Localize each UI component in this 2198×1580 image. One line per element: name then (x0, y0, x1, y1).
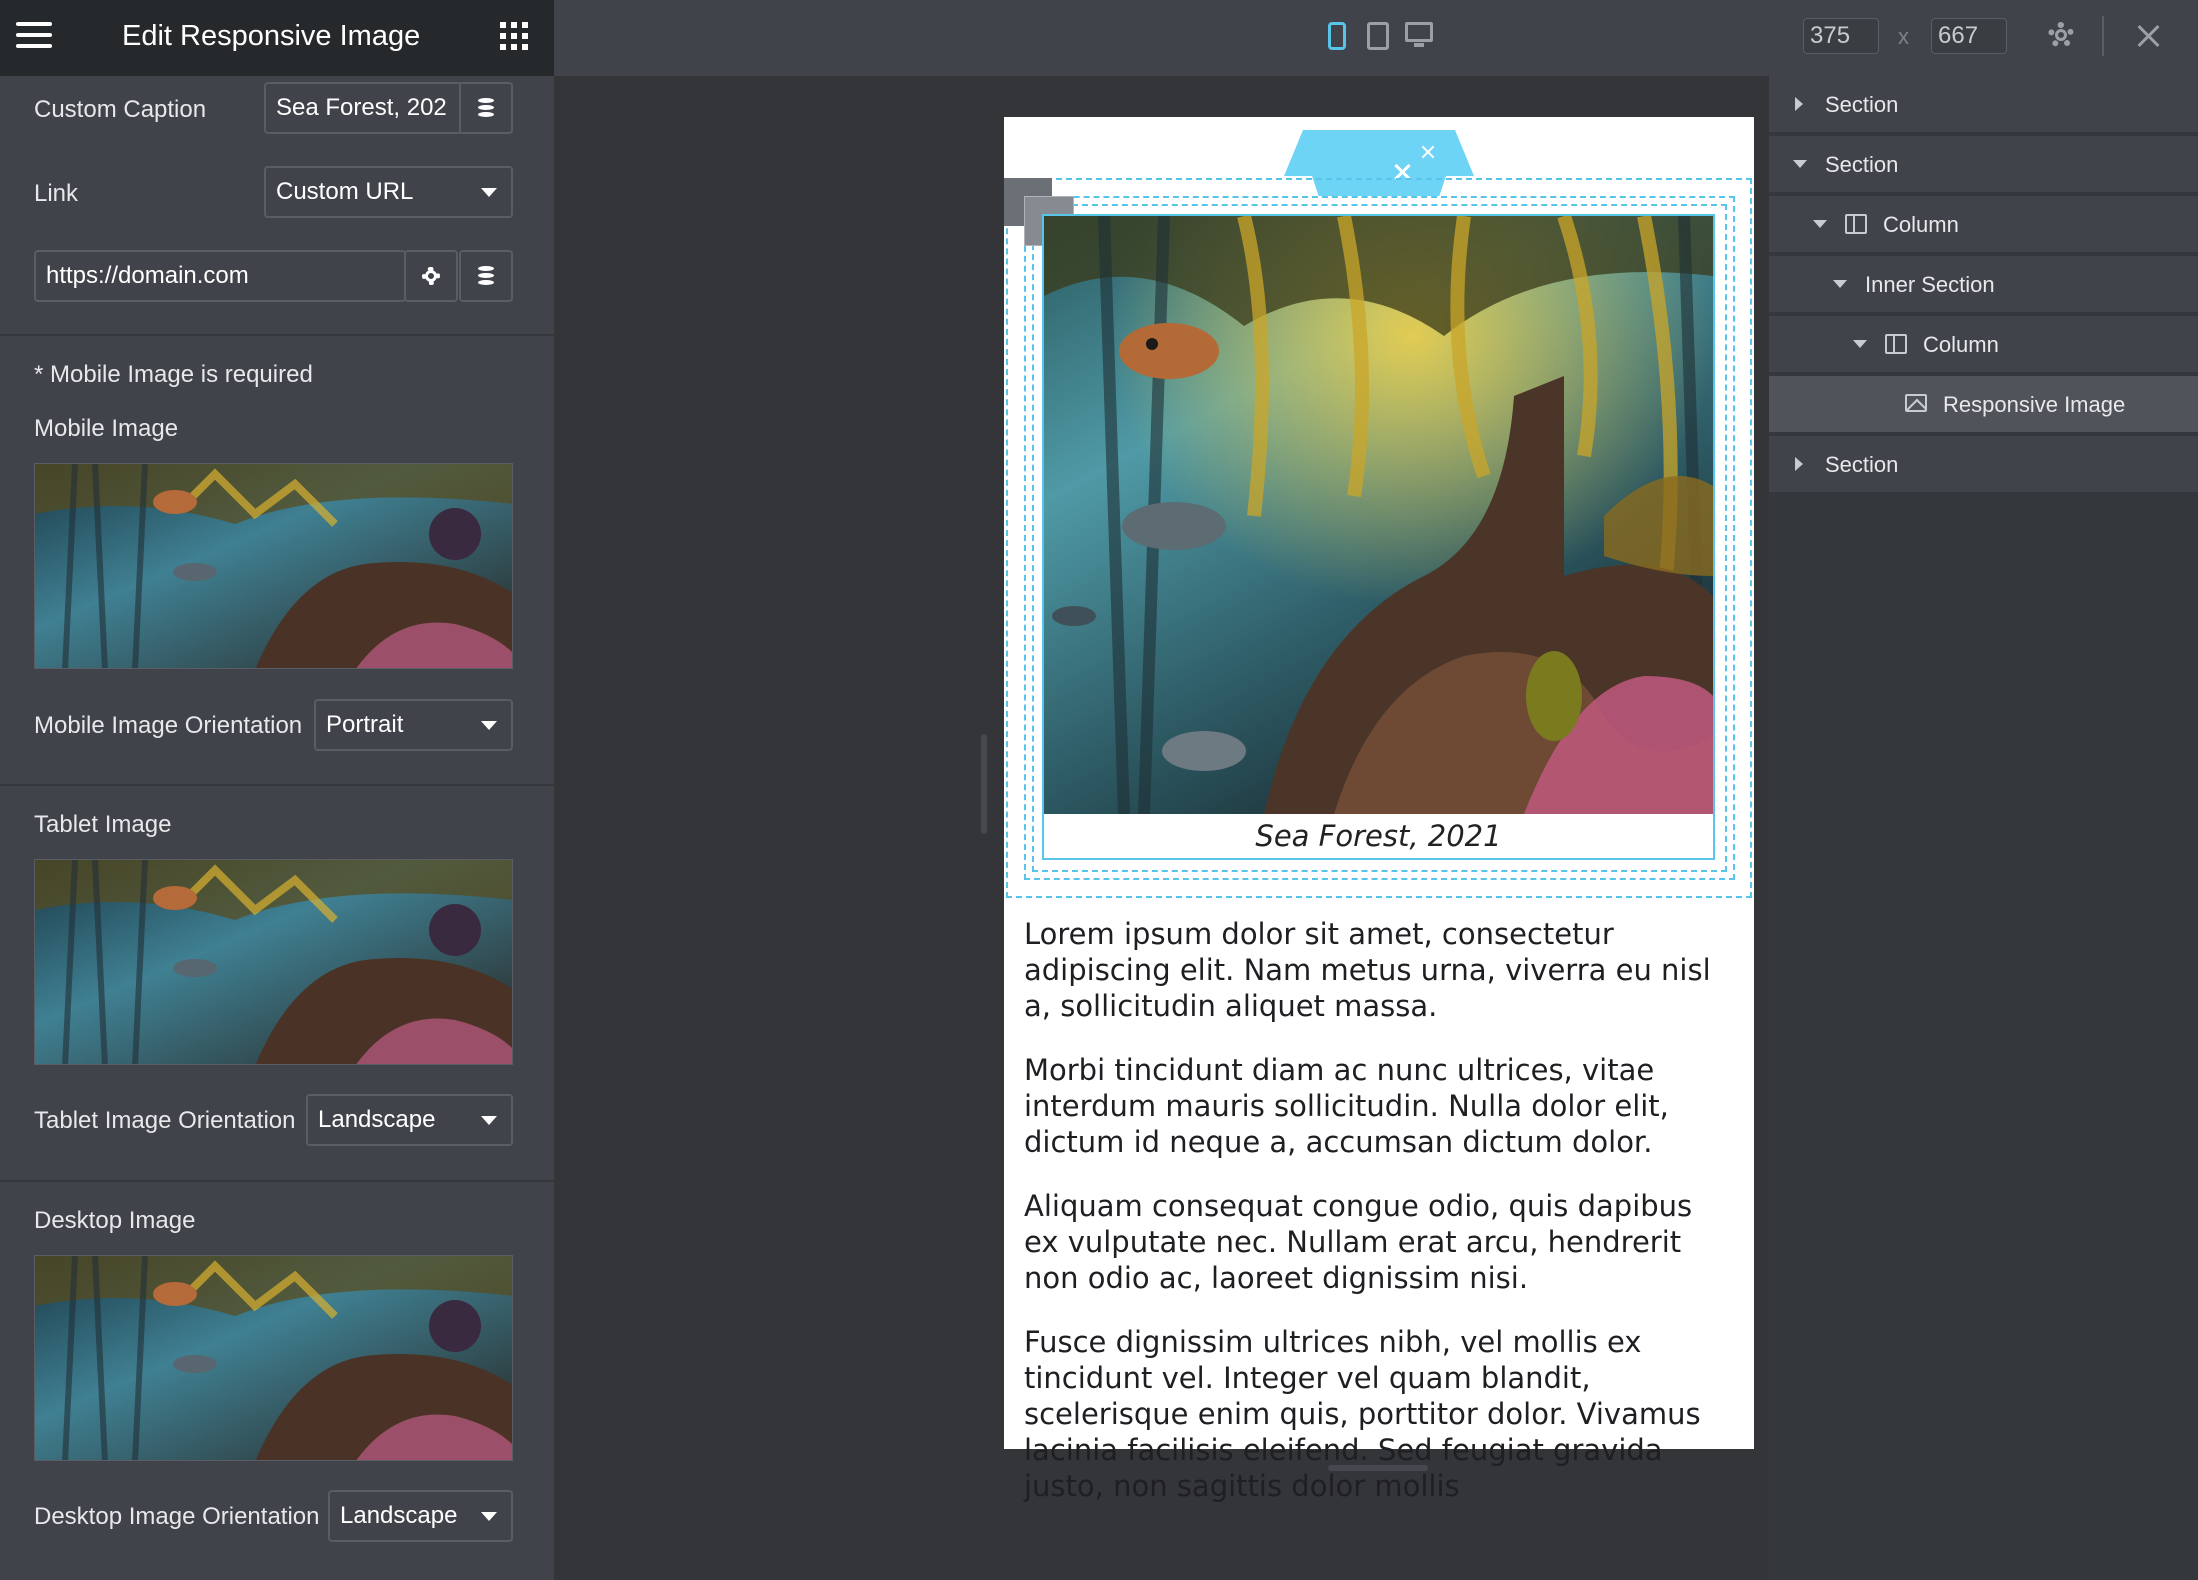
database-icon (478, 98, 494, 118)
image-caption: Sea Forest, 2021 (1255, 819, 1502, 853)
column-icon (1885, 334, 1907, 354)
image-icon (1905, 394, 1927, 412)
caret-down-icon (1813, 220, 1827, 228)
close-icon[interactable] (1420, 144, 1436, 160)
caret-down-icon (1793, 160, 1807, 168)
navigator-item-label: Section (1825, 92, 1899, 117)
responsive-image[interactable] (1044, 216, 1713, 814)
navigator-item-label: Section (1825, 152, 1899, 177)
chevron-down-icon (481, 1512, 497, 1521)
section-handle[interactable] (1284, 130, 1474, 196)
close-icon[interactable] (2134, 20, 2162, 52)
widgets-grid-icon[interactable] (500, 22, 528, 50)
divider (0, 784, 554, 786)
custom-caption-input[interactable]: Sea Forest, 202 (264, 82, 464, 134)
navigator-panel: Section Section Column Inner Section Col… (1769, 76, 2198, 1580)
paragraph: Aliquam consequat congue odio, quis dapi… (1024, 1189, 1693, 1295)
column-icon (1845, 214, 1867, 234)
resize-handle-left[interactable] (981, 734, 987, 834)
required-note: * Mobile Image is required (34, 361, 313, 388)
mobile-orientation-select[interactable]: Portrait (314, 699, 513, 751)
navigator-item-responsive-image[interactable]: Responsive Image (1769, 376, 2198, 434)
tablet-image-label: Tablet Image (34, 811, 172, 838)
mobile-orientation-value: Portrait (326, 711, 404, 738)
chevron-down-icon (481, 188, 497, 197)
divider (2102, 16, 2104, 56)
caret-right-icon (1795, 457, 1803, 471)
link-label: Link (34, 180, 79, 207)
desktop-image-picker[interactable] (34, 1255, 513, 1461)
paragraph: Lorem ipsum dolor sit amet, consectetur … (1024, 917, 1711, 1023)
tablet-orientation-select[interactable]: Landscape (306, 1094, 513, 1146)
paragraph: Morbi tincidunt diam ac nunc ultrices, v… (1024, 1053, 1669, 1159)
navigator-item-label: Column (1883, 212, 1959, 237)
desktop-orientation-select[interactable]: Landscape (328, 1490, 513, 1542)
gear-icon (420, 265, 442, 287)
panel-title: Edit Responsive Image (122, 20, 421, 52)
editor-panel: Edit Responsive Image Custom Caption Sea… (0, 0, 554, 1580)
tablet-image-thumbnail (35, 860, 512, 1064)
navigator-item-column[interactable]: Column (1769, 196, 2198, 254)
gear-icon[interactable] (2048, 22, 2074, 48)
navigator-item-label: Column (1923, 332, 1999, 357)
mobile-image-label: Mobile Image (34, 415, 179, 442)
navigator-item-label: Responsive Image (1943, 392, 2126, 417)
caret-down-icon (1853, 340, 1867, 348)
tablet-orientation-label: Tablet Image Orientation (34, 1107, 296, 1134)
link-select-value: Custom URL (276, 178, 414, 205)
mobile-image-picker[interactable] (34, 463, 513, 669)
panel-header: Edit Responsive Image (0, 0, 554, 76)
navigator-item-column[interactable]: Column (1769, 316, 2198, 374)
chevron-down-icon (481, 721, 497, 730)
text-editor-widget[interactable]: Lorem ipsum dolor sit amet, consectetur … (1024, 916, 1734, 1532)
desktop-device-icon[interactable] (1405, 22, 1433, 47)
tablet-orientation-value: Landscape (318, 1106, 436, 1133)
divider (0, 1180, 554, 1182)
navigator-item-section[interactable]: Section (1769, 136, 2198, 194)
url-input[interactable]: https://domain.com (34, 250, 406, 302)
mobile-orientation-label: Mobile Image Orientation (34, 712, 303, 739)
navigator-item-label: Section (1825, 452, 1899, 477)
chevron-down-icon (481, 1116, 497, 1125)
dynamic-tags-button[interactable] (459, 82, 513, 134)
custom-caption-label: Custom Caption (34, 96, 207, 123)
mobile-device-icon[interactable] (1328, 22, 1346, 50)
tablet-image-picker[interactable] (34, 859, 513, 1065)
mobile-image-thumbnail (35, 464, 512, 668)
divider (0, 334, 554, 336)
database-icon (478, 266, 494, 286)
navigator-item-label: Inner Section (1865, 272, 1995, 297)
navigator-item-inner-section[interactable]: Inner Section (1769, 256, 2198, 314)
desktop-orientation-label: Desktop Image Orientation (34, 1503, 320, 1530)
tablet-device-icon[interactable] (1367, 22, 1389, 50)
sea-forest-image (1044, 216, 1713, 814)
caret-right-icon (1795, 97, 1803, 111)
viewport-height-input[interactable]: 667 (1931, 18, 2007, 54)
navigator-item-section[interactable]: Section (1769, 76, 2198, 134)
caret-down-icon (1833, 280, 1847, 288)
link-options-button[interactable] (404, 250, 458, 302)
hamburger-menu-icon[interactable] (16, 22, 52, 54)
navigator-item-section[interactable]: Section (1769, 436, 2198, 494)
size-separator: x (1898, 24, 1909, 49)
url-dynamic-tags-button[interactable] (459, 250, 513, 302)
desktop-image-label: Desktop Image (34, 1207, 196, 1234)
desktop-image-thumbnail (35, 1256, 512, 1460)
paragraph: Fusce dignissim ultrices nibh, vel molli… (1024, 1325, 1701, 1503)
link-select[interactable]: Custom URL (264, 166, 513, 218)
desktop-orientation-value: Landscape (340, 1502, 458, 1529)
viewport-width-input[interactable]: 375 (1803, 18, 1879, 54)
